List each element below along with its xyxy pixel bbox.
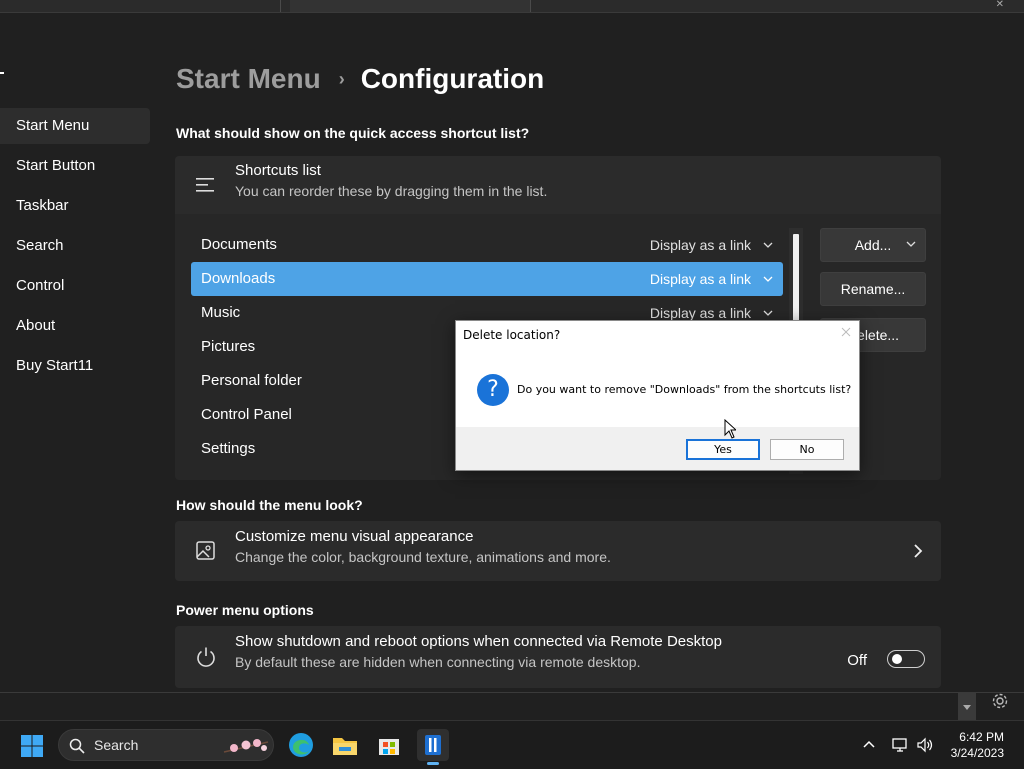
window-bottom-edge bbox=[0, 692, 1024, 721]
file-explorer-taskbar-button[interactable] bbox=[329, 729, 361, 761]
breadcrumb-parent[interactable]: Start Menu bbox=[176, 63, 321, 94]
no-button[interactable]: No bbox=[770, 439, 844, 460]
list-item-label: Downloads bbox=[201, 270, 276, 287]
tab-start11-settings[interactable] bbox=[10, 0, 281, 12]
list-item-label: Settings bbox=[201, 440, 256, 457]
dialog-footer: Yes No bbox=[456, 427, 859, 470]
shortcuts-list-card: Shortcuts list You can reorder these by … bbox=[175, 156, 941, 214]
breadcrumb-current: Configuration bbox=[360, 63, 545, 94]
chevron-up-icon[interactable] bbox=[861, 737, 877, 753]
list-item-label: Control Panel bbox=[201, 406, 292, 423]
edge-icon bbox=[289, 733, 313, 757]
back-indicator bbox=[0, 72, 4, 74]
toggle-state-label: Off bbox=[847, 652, 867, 669]
browser-tab-strip: ✕ bbox=[0, 0, 1024, 13]
start11-taskbar-button[interactable] bbox=[417, 729, 449, 765]
sidebar-item-taskbar[interactable]: Taskbar bbox=[0, 188, 150, 224]
delete-location-dialog: Delete location? ? Do you want to remove… bbox=[455, 320, 860, 471]
store-icon bbox=[379, 739, 399, 755]
search-icon bbox=[69, 738, 85, 754]
list-item-label: Pictures bbox=[201, 338, 256, 355]
network-icon[interactable] bbox=[891, 736, 909, 754]
remote-desktop-power-card: Show shutdown and reboot options when co… bbox=[175, 626, 941, 688]
remote-desktop-subtitle: By default these are hidden when connect… bbox=[235, 654, 641, 670]
chevron-down-icon[interactable] bbox=[761, 262, 775, 296]
list-item-selected[interactable]: Downloads Display as a link bbox=[191, 262, 783, 296]
gear-icon[interactable] bbox=[990, 691, 1010, 711]
taskbar-search-box[interactable]: Search bbox=[58, 729, 274, 761]
list-item[interactable]: Documents Display as a link bbox=[191, 228, 783, 262]
sidebar-item-start-menu[interactable]: Start Menu bbox=[0, 108, 150, 144]
page-title: Start Menu › Configuration bbox=[176, 60, 544, 100]
remote-desktop-toggle[interactable] bbox=[887, 650, 925, 668]
image-icon bbox=[196, 541, 215, 560]
clock-date: 3/24/2023 bbox=[950, 746, 1004, 760]
start11-icon bbox=[425, 735, 441, 755]
search-placeholder: Search bbox=[94, 737, 139, 753]
power-icon bbox=[197, 647, 215, 667]
chevron-right-icon bbox=[914, 544, 923, 558]
display-mode-dropdown[interactable]: Display as a link bbox=[650, 228, 751, 262]
sidebar-item-start-button[interactable]: Start Button bbox=[0, 148, 150, 184]
store-taskbar-button[interactable] bbox=[373, 729, 405, 761]
mouse-cursor-icon bbox=[724, 419, 736, 439]
dialog-body: ? Do you want to remove "Downloads" from… bbox=[456, 349, 859, 427]
list-item-label: Music bbox=[201, 304, 241, 321]
shortcuts-list-title: Shortcuts list bbox=[235, 162, 321, 179]
sidebar-item-search[interactable]: Search bbox=[0, 228, 150, 264]
chevron-down-icon bbox=[906, 241, 916, 247]
sidebar: Start Menu Start Button Taskbar Search C… bbox=[0, 108, 150, 388]
tab-active[interactable] bbox=[290, 0, 531, 12]
breadcrumb-separator: › bbox=[338, 69, 345, 89]
sidebar-item-buy-start11[interactable]: Buy Start11 bbox=[0, 348, 150, 384]
system-clock[interactable]: 6:42 PM 3/24/2023 bbox=[951, 729, 1004, 761]
display-mode-dropdown[interactable]: Display as a link bbox=[650, 262, 751, 296]
list-item-label: Personal folder bbox=[201, 372, 302, 389]
visual-appearance-card[interactable]: Customize menu visual appearance Change … bbox=[175, 521, 941, 581]
add-button[interactable]: Add... bbox=[820, 228, 926, 262]
toggle-knob bbox=[892, 654, 902, 664]
power-heading: Power menu options bbox=[176, 602, 314, 618]
edge-browser-taskbar-button[interactable] bbox=[285, 729, 317, 761]
clock-time: 6:42 PM bbox=[959, 730, 1004, 744]
taskbar: Search 6:42 PM 3/24/2023 bbox=[0, 720, 1024, 769]
list-item-label: Documents bbox=[201, 236, 277, 253]
folder-icon bbox=[333, 738, 357, 755]
rename-button[interactable]: Rename... bbox=[820, 272, 926, 306]
volume-icon[interactable] bbox=[916, 736, 934, 754]
shortcuts-list-subtitle: You can reorder these by dragging them i… bbox=[235, 183, 548, 199]
close-icon[interactable] bbox=[839, 325, 853, 339]
list-icon bbox=[196, 178, 214, 192]
look-heading: How should the menu look? bbox=[176, 497, 363, 513]
quick-access-heading: What should show on the quick access sho… bbox=[176, 125, 530, 141]
visual-appearance-title: Customize menu visual appearance bbox=[235, 528, 474, 545]
question-icon: ? bbox=[477, 374, 509, 406]
dialog-message: Do you want to remove "Downloads" from t… bbox=[517, 383, 852, 396]
add-button-label: Add... bbox=[854, 237, 892, 253]
page-scrollbar[interactable] bbox=[958, 693, 976, 720]
scroll-down-icon[interactable] bbox=[958, 693, 976, 720]
windows-start-icon[interactable] bbox=[20, 734, 44, 758]
cherry-blossom-icon bbox=[223, 739, 269, 753]
sidebar-item-control[interactable]: Control bbox=[0, 268, 150, 304]
sidebar-item-about[interactable]: About bbox=[0, 308, 150, 344]
visual-appearance-subtitle: Change the color, background texture, an… bbox=[235, 549, 611, 565]
remote-desktop-title: Show shutdown and reboot options when co… bbox=[235, 633, 722, 650]
yes-button[interactable]: Yes bbox=[686, 439, 760, 460]
window-close-icon[interactable]: ✕ bbox=[996, 0, 1004, 10]
chevron-down-icon[interactable] bbox=[761, 228, 775, 262]
dialog-title: Delete location? bbox=[463, 328, 561, 342]
active-app-indicator bbox=[427, 762, 439, 765]
